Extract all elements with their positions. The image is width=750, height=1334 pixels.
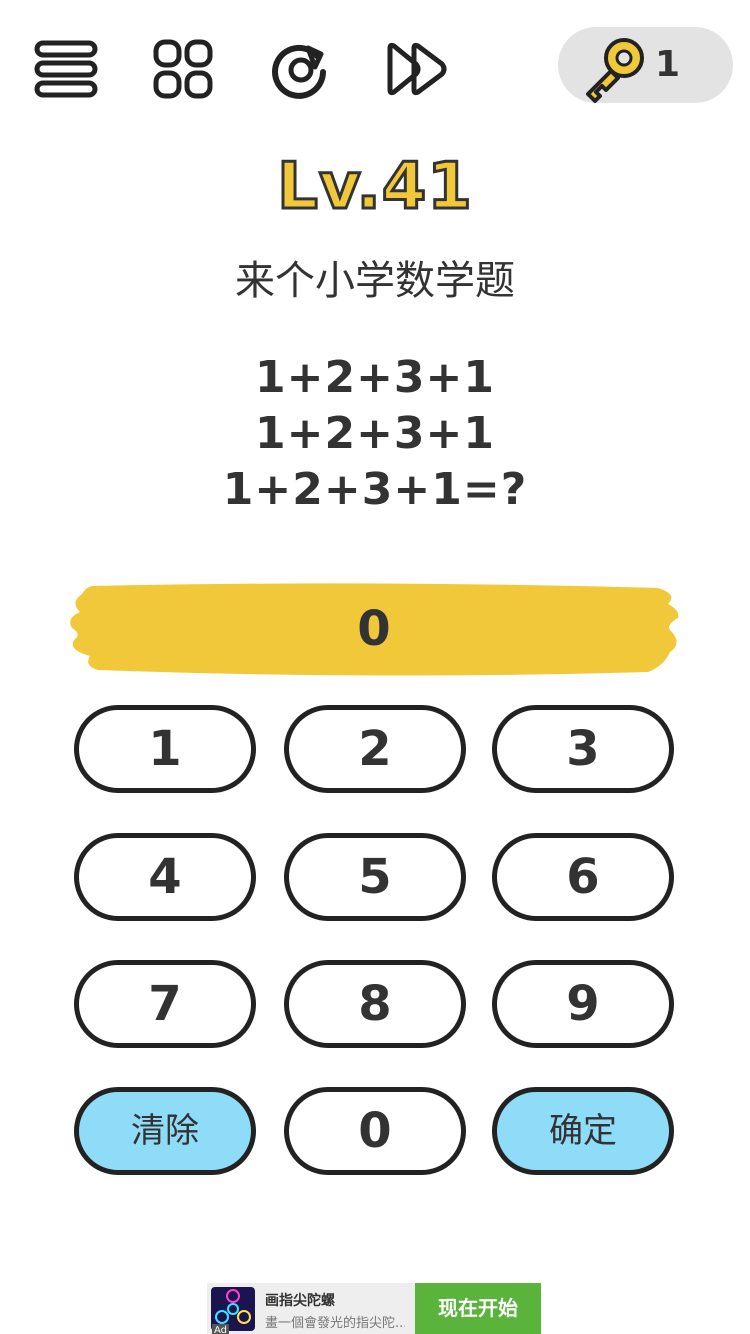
puzzle-equations: 1+2+3+1 1+2+3+1 1+2+3+1=?: [0, 350, 750, 518]
menu-button[interactable]: [32, 34, 102, 104]
restart-icon: [272, 44, 326, 99]
answer-display: 0: [68, 582, 680, 676]
key-7[interactable]: 7: [74, 960, 256, 1048]
key-icon: [586, 38, 644, 103]
level-grid-icon: [153, 39, 213, 99]
puzzle-line: 1+2+3+1: [254, 408, 496, 459]
game-screen: 1 Lv.41 来个小学数学题 1+2+3+1 1+2+3+1 1+2+3+1=…: [0, 0, 750, 1334]
key-9[interactable]: 9: [492, 960, 674, 1048]
skip-button[interactable]: [382, 34, 452, 104]
key-0[interactable]: 0: [284, 1087, 466, 1175]
puzzle-line: 1+2+3+1=?: [222, 464, 528, 515]
key-2[interactable]: 2: [284, 705, 466, 793]
key-4[interactable]: 4: [74, 833, 256, 921]
level-title: Lv.41: [276, 149, 474, 226]
answer-value: 0: [357, 601, 391, 657]
hint-key-counter[interactable]: 1: [558, 27, 733, 103]
key-1[interactable]: 1: [74, 705, 256, 793]
ad-title: 画指尖陀螺: [265, 1293, 335, 1309]
level-subtitle: 来个小学数学题: [235, 258, 515, 304]
confirm-button[interactable]: 确定: [492, 1087, 674, 1175]
ad-badge: Ad: [212, 1324, 230, 1334]
ad-banner[interactable]: Ad 画指尖陀螺 畫一個會發光的指尖陀... 现在开始: [207, 1283, 541, 1334]
key-5[interactable]: 5: [284, 833, 466, 921]
ad-thumbnail: Ad: [211, 1287, 255, 1334]
key-6[interactable]: 6: [492, 833, 674, 921]
restart-button[interactable]: [265, 34, 335, 104]
menu-icon: [34, 40, 98, 98]
puzzle-line: 1+2+3+1: [254, 352, 496, 403]
key-count: 1: [655, 44, 681, 85]
key-3[interactable]: 3: [492, 705, 674, 793]
clear-button[interactable]: 清除: [74, 1087, 256, 1175]
skip-icon: [387, 42, 447, 96]
level-select-button[interactable]: [148, 34, 218, 104]
ad-description: 畫一個會發光的指尖陀...: [265, 1316, 405, 1331]
ad-cta-button[interactable]: 现在开始: [415, 1283, 541, 1334]
key-8[interactable]: 8: [284, 960, 466, 1048]
